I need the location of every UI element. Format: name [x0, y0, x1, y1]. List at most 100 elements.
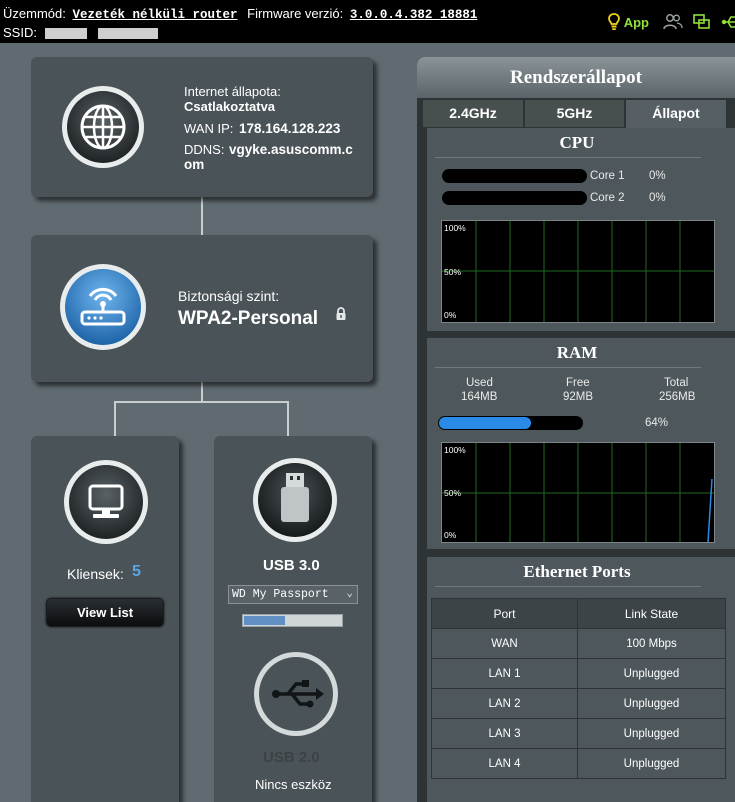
- bulb-icon: [607, 13, 620, 30]
- internet-card[interactable]: Internet állapota: Csatlakoztatva WAN IP…: [31, 57, 373, 197]
- top-status-bar: Üzemmód: Vezeték nélküli router Firmware…: [0, 0, 735, 43]
- usb2-status: Nincs eszköz: [255, 777, 332, 792]
- ethernet-divider: [435, 586, 701, 587]
- cpu-graph-label-100: 100%: [444, 223, 466, 233]
- ssid-row: SSID:: [3, 25, 159, 40]
- link-state: Unplugged: [577, 718, 726, 749]
- cpu-divider: [435, 157, 701, 158]
- tab-status[interactable]: Állapot: [626, 100, 726, 128]
- ssid-redacted-2: [98, 28, 159, 40]
- ddns-value-line1: vgyke.asuscomm.c: [229, 142, 353, 157]
- security-value: WPA2-Personal: [178, 308, 319, 329]
- tab-2.4ghz[interactable]: 2.4GHz: [423, 100, 523, 127]
- tab-5ghz[interactable]: 5GHz: [525, 100, 624, 127]
- ram-used-value: 164MB: [461, 391, 498, 403]
- connector-to-clients: [114, 401, 116, 436]
- security-label: Biztonsági szint:: [178, 288, 280, 304]
- column-header-link-state: Link State: [577, 598, 726, 629]
- table-row: LAN 4 Unplugged: [431, 748, 726, 779]
- ram-total-label: Total: [664, 377, 689, 389]
- ram-graph: 100% 50% 0%: [441, 442, 715, 543]
- core2-name: Core 2: [590, 192, 625, 204]
- globe-icon: [62, 86, 144, 168]
- mode-firmware-row: Üzemmód: Vezeték nélküli router Firmware…: [3, 6, 477, 22]
- link-state: 100 Mbps: [577, 628, 726, 659]
- usb2-label: USB 2.0: [263, 749, 320, 766]
- ram-divider: [435, 367, 701, 368]
- table-row: WAN 100 Mbps: [431, 628, 726, 659]
- core2-percent: 0%: [649, 192, 666, 204]
- usb-status-icon[interactable]: [721, 13, 735, 31]
- port-name: WAN: [431, 628, 578, 659]
- table-header-row: Port Link State: [431, 598, 726, 629]
- connector-horizontal: [114, 401, 289, 403]
- cpu-graph: 100% 50% 0%: [441, 220, 715, 323]
- port-name: LAN 4: [431, 748, 578, 779]
- ram-free-value: 92MB: [563, 391, 594, 403]
- port-name: LAN 3: [431, 718, 578, 749]
- usb-usage-fill: [244, 616, 285, 625]
- connector-internet-router: [201, 197, 203, 235]
- usb-device-select[interactable]: WD My Passport ⌄: [228, 585, 358, 604]
- port-name: LAN 1: [431, 658, 578, 689]
- cpu-graph-label-0: 0%: [444, 310, 457, 320]
- mode-label: Üzemmód:: [3, 6, 66, 21]
- table-row: LAN 1 Unplugged: [431, 658, 726, 689]
- ram-free-label: Free: [566, 377, 590, 389]
- ddns-value-line2: om: [184, 157, 205, 172]
- system-status-panel: Rendszerállapot 2.4GHz 5GHz Állapot CPU …: [417, 57, 735, 802]
- core2-bar: [442, 191, 587, 205]
- ram-usage-bar: [438, 416, 583, 430]
- core1-percent: 0%: [649, 170, 666, 182]
- ssid-redacted-1: [44, 28, 87, 40]
- view-list-button[interactable]: View List: [46, 598, 164, 627]
- usb-drive-icon[interactable]: [251, 456, 339, 544]
- internet-status-value: Csatlakoztatva: [184, 99, 276, 114]
- ssid-label: SSID:: [3, 25, 37, 40]
- clients-count[interactable]: 5: [132, 563, 141, 581]
- link-state: Unplugged: [577, 688, 726, 719]
- ram-title: RAM: [556, 343, 598, 362]
- cpu-section: CPU Core 1 0% Core 2 0% 100% 50% 0%: [427, 128, 735, 331]
- usb-device-value: WD My Passport: [232, 588, 329, 601]
- connector-to-usb: [287, 401, 289, 436]
- usb3-label: USB 3.0: [263, 557, 320, 574]
- ram-section: RAM Used 164MB Free 92MB Total 256MB 64%…: [427, 338, 735, 549]
- core1-name: Core 1: [590, 170, 625, 182]
- ram-usage-fill: [439, 417, 531, 429]
- usb-usage-bar: [242, 614, 343, 627]
- ram-total-value: 256MB: [659, 391, 696, 403]
- internet-status-label: Internet állapota:: [184, 84, 281, 99]
- monitor-icon: [64, 460, 148, 544]
- firmware-label: Firmware verzió:: [247, 6, 344, 21]
- table-row: LAN 2 Unplugged: [431, 688, 726, 719]
- cpu-graph-label-50: 50%: [444, 267, 462, 277]
- port-name: LAN 2: [431, 688, 578, 719]
- users-icon[interactable]: [663, 13, 683, 31]
- usb-symbol-icon: [254, 652, 338, 736]
- network-status-icon[interactable]: [693, 13, 711, 31]
- link-state: Unplugged: [577, 748, 726, 779]
- wan-ip-label: WAN IP:: [184, 121, 234, 136]
- system-status-title: Rendszerállapot: [417, 57, 735, 98]
- ethernet-ports-table: Port Link State WAN 100 Mbps LAN 1 Unplu…: [431, 598, 726, 779]
- ddns-label: DDNS:: [184, 142, 225, 157]
- table-row: LAN 3 Unplugged: [431, 718, 726, 749]
- core1-bar: [442, 169, 587, 183]
- column-header-port: Port: [431, 598, 578, 629]
- app-button[interactable]: App: [607, 13, 649, 31]
- ram-graph-grid: [442, 443, 714, 542]
- clients-label: Kliensek:: [67, 566, 124, 582]
- ram-graph-label-0: 0%: [444, 530, 457, 540]
- router-icon: [60, 264, 146, 350]
- mode-link[interactable]: Vezeték nélküli router: [72, 8, 237, 22]
- lock-icon: [336, 307, 346, 320]
- ethernet-title: Ethernet Ports: [523, 562, 631, 581]
- cpu-title: CPU: [559, 133, 595, 152]
- security-card[interactable]: Biztonsági szint: WPA2-Personal: [31, 235, 373, 382]
- firmware-link[interactable]: 3.0.0.4.382_18881: [350, 8, 478, 22]
- ram-used-label: Used: [466, 377, 493, 389]
- wan-ip-value: 178.164.128.223: [239, 121, 341, 136]
- link-state: Unplugged: [577, 658, 726, 689]
- chevron-down-icon: ⌄: [346, 588, 353, 600]
